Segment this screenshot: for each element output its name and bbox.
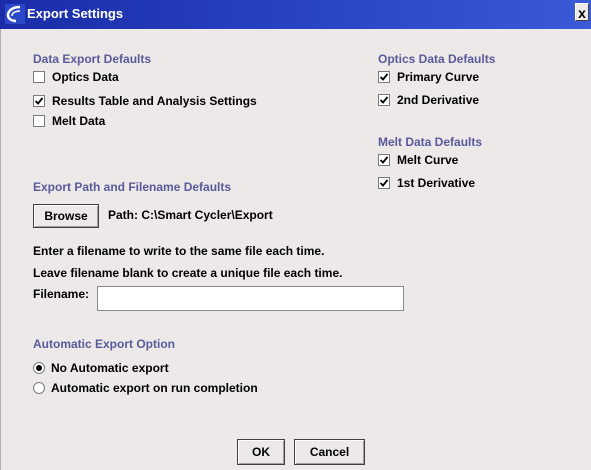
checkbox-box bbox=[33, 71, 45, 83]
checkmark-icon bbox=[379, 156, 389, 164]
browse-button[interactable]: Browse bbox=[33, 204, 99, 228]
close-icon: x bbox=[578, 5, 586, 21]
optics-defaults-heading: Optics Data Defaults bbox=[378, 52, 496, 66]
melt-data-checkbox[interactable]: Melt Data bbox=[33, 113, 105, 129]
filename-instruction-1: Enter a filename to write to the same fi… bbox=[33, 244, 325, 258]
no-auto-export-label: No Automatic export bbox=[51, 361, 169, 375]
no-auto-export-radio[interactable]: No Automatic export bbox=[33, 360, 169, 376]
checkmark-icon bbox=[34, 97, 44, 105]
close-button[interactable]: x bbox=[575, 3, 589, 21]
second-derivative-checkbox[interactable]: 2nd Derivative bbox=[378, 92, 479, 108]
checkbox-box bbox=[378, 154, 390, 166]
dialog-body: Data Export Defaults Optics Data Results… bbox=[0, 29, 591, 470]
first-derivative-label: 1st Derivative bbox=[397, 176, 476, 190]
melt-data-label: Melt Data bbox=[52, 114, 106, 128]
results-table-label: Results Table and Analysis Settings bbox=[52, 94, 257, 108]
melt-defaults-heading: Melt Data Defaults bbox=[378, 135, 483, 149]
auto-export-on-completion-radio[interactable]: Automatic export on run completion bbox=[33, 380, 258, 396]
radio-circle bbox=[33, 382, 45, 394]
filename-instruction-2: Leave filename blank to create a unique … bbox=[33, 266, 343, 280]
auto-export-on-completion-label: Automatic export on run completion bbox=[51, 381, 258, 395]
melt-curve-label: Melt Curve bbox=[397, 153, 459, 167]
window-title: Export Settings bbox=[27, 6, 124, 21]
optics-data-checkbox[interactable]: Optics Data bbox=[33, 69, 119, 85]
app-logo-icon bbox=[5, 4, 25, 24]
checkbox-box bbox=[378, 177, 390, 189]
second-derivative-label: 2nd Derivative bbox=[397, 93, 480, 107]
cancel-button[interactable]: Cancel bbox=[294, 439, 365, 465]
data-export-heading: Data Export Defaults bbox=[33, 52, 152, 66]
radio-circle bbox=[33, 362, 45, 374]
checkbox-box bbox=[378, 71, 390, 83]
title-bar: Export Settings x bbox=[0, 0, 591, 29]
optics-data-label: Optics Data bbox=[52, 70, 119, 84]
first-derivative-checkbox[interactable]: 1st Derivative bbox=[378, 175, 475, 191]
checkbox-box bbox=[33, 95, 45, 107]
primary-curve-checkbox[interactable]: Primary Curve bbox=[378, 69, 479, 85]
melt-curve-checkbox[interactable]: Melt Curve bbox=[378, 152, 458, 168]
checkbox-box bbox=[33, 115, 45, 127]
primary-curve-label: Primary Curve bbox=[397, 70, 480, 84]
checkmark-icon bbox=[379, 96, 389, 104]
filename-input[interactable] bbox=[97, 286, 404, 311]
results-table-checkbox[interactable]: Results Table and Analysis Settings bbox=[33, 93, 257, 109]
checkbox-box bbox=[378, 94, 390, 106]
checkmark-icon bbox=[379, 179, 389, 187]
checkmark-icon bbox=[379, 73, 389, 81]
export-path-heading: Export Path and Filename Defaults bbox=[33, 180, 232, 194]
radio-selected-dot bbox=[36, 365, 42, 371]
auto-export-heading: Automatic Export Option bbox=[33, 337, 175, 351]
export-path-text: Path: C:\Smart Cycler\Export bbox=[108, 208, 273, 222]
filename-label: Filename: bbox=[33, 287, 90, 301]
ok-button[interactable]: OK bbox=[237, 439, 285, 465]
